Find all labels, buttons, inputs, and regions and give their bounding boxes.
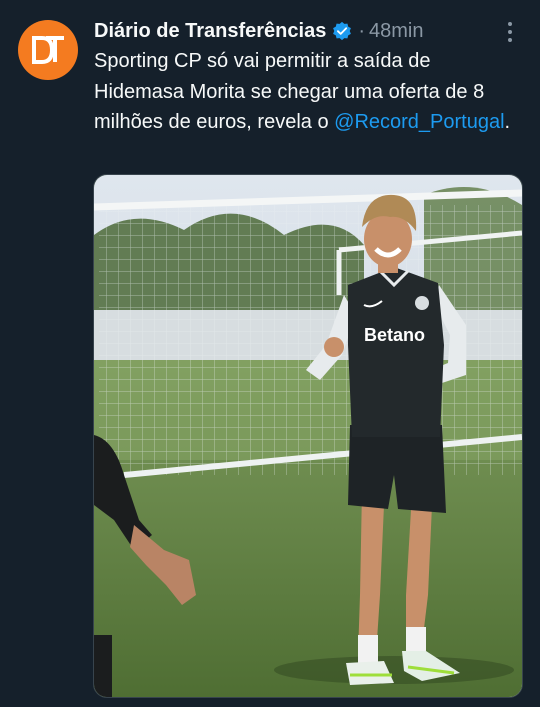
tweet-timestamp[interactable]: 48min xyxy=(369,20,423,43)
more-options-icon[interactable] xyxy=(500,22,520,42)
tweet-text-end: . xyxy=(504,111,511,133)
header-separator: · xyxy=(358,19,365,42)
shirt-sponsor-label: Betano xyxy=(364,325,425,345)
verified-badge-icon xyxy=(332,21,352,41)
tweet-text: Sporting CP só vai permitir a saída de H… xyxy=(94,46,514,138)
account-avatar[interactable] xyxy=(18,20,78,80)
dt-logo xyxy=(32,36,64,64)
mention-link[interactable]: @Record_Portugal xyxy=(334,111,504,133)
tweet[interactable]: Diário de Transferências · 48min Sportin… xyxy=(0,0,540,707)
tweet-header: Diário de Transferências · 48min xyxy=(94,16,500,46)
training-photo-illustration: Betano xyxy=(94,175,522,697)
account-name[interactable]: Diário de Transferências xyxy=(94,20,326,43)
tweet-photo[interactable]: Betano xyxy=(93,174,523,698)
